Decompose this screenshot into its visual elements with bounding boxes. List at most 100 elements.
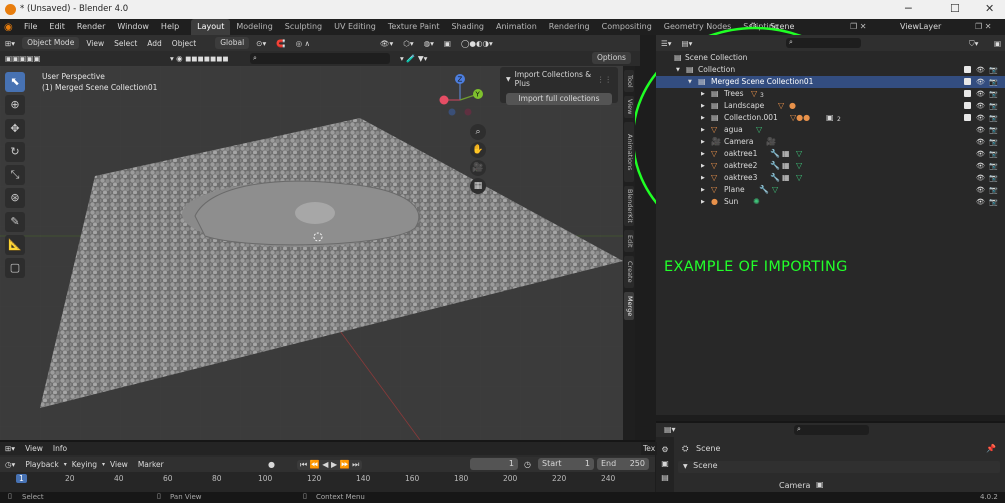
menu-add[interactable]: Add (142, 36, 167, 51)
camera-render-icon[interactable]: 📷 (989, 184, 998, 196)
camera-field-icon[interactable]: ▣ (816, 480, 824, 489)
snap-icon[interactable]: 🧲 (271, 36, 290, 51)
shading-modes-icon[interactable]: ◯●◐◑▾ (456, 36, 498, 51)
outliner-row[interactable]: ▼ ▤ Collection 👁 📷 (656, 64, 1005, 76)
tab-shading[interactable]: Shading (445, 19, 490, 35)
gizmo-toggle-icon[interactable]: ⬡▾ (398, 36, 418, 51)
exclude-checkbox[interactable] (964, 90, 971, 97)
tab-texture-paint[interactable]: Texture Paint (382, 19, 446, 35)
info-menu-view[interactable]: View (20, 441, 48, 456)
tool-tab-icon[interactable]: ⚙ (656, 445, 674, 454)
proportional-icon[interactable]: ◎ ∧ (291, 36, 315, 51)
current-frame-field[interactable]: 1 (470, 458, 518, 470)
clock-icon[interactable]: ◷ (524, 460, 531, 469)
expand-arrow-icon[interactable]: ▶ (701, 88, 705, 100)
camera-render-icon[interactable]: 📷 (989, 88, 998, 100)
display-mode-icon[interactable]: ▤▾ (677, 36, 698, 51)
camera-view-icon[interactable]: 🎥 (470, 160, 486, 176)
timeline-view-menu[interactable]: View (105, 457, 133, 472)
expand-arrow-icon[interactable]: ▶ (701, 136, 705, 148)
3d-viewport[interactable] (0, 66, 623, 440)
zoom-icon[interactable]: ⌕ (470, 124, 486, 140)
select-mode-icons[interactable]: ▣▣▣▣▣ (0, 51, 45, 66)
scale-tool-icon[interactable]: ⤡ (5, 165, 25, 185)
viewlayer-new-icon[interactable]: ❐ ✕ (975, 19, 991, 35)
outliner-editor-type-icon[interactable]: ☰▾ (656, 36, 677, 51)
expand-arrow-icon[interactable]: ▶ (701, 100, 705, 112)
exclude-checkbox[interactable] (964, 102, 971, 109)
menu-select[interactable]: Select (109, 36, 142, 51)
keying-menu[interactable]: Keying (67, 457, 102, 472)
properties-search-input[interactable]: ⌕ (794, 425, 869, 435)
tab-layout[interactable]: Layout (191, 19, 231, 35)
menu-help[interactable]: Help (155, 19, 185, 35)
tab-create[interactable]: Create (624, 256, 634, 288)
pan-hand-icon[interactable]: ✋ (470, 142, 486, 158)
overlay-icon[interactable]: ◍▾ (419, 36, 439, 51)
cursor-tool-icon[interactable]: ⊕ (5, 95, 25, 115)
render-tab-icon[interactable]: ▣ (656, 459, 674, 468)
expand-arrow-icon[interactable]: ▼ (676, 64, 680, 76)
menu-view[interactable]: View (81, 36, 109, 51)
measure-tool-icon[interactable]: 📐 (5, 235, 25, 255)
camera-render-icon[interactable]: 📷 (989, 112, 998, 124)
timeline-editor-icon[interactable]: ◷▾ (0, 457, 20, 472)
camera-render-icon[interactable]: 📷 (989, 124, 998, 136)
eye-icon[interactable]: 👁 (976, 112, 985, 124)
exclude-checkbox[interactable] (964, 66, 971, 73)
outliner-row[interactable]: ▶ ▽ oaktree2 🔧 ▦ ▽ 👁 📷 (656, 160, 1005, 172)
playhead[interactable]: 1 (16, 474, 27, 483)
camera-render-icon[interactable]: 📷 (989, 148, 998, 160)
select-tool-icon[interactable]: ⬉ (5, 72, 25, 92)
add-cube-tool-icon[interactable]: ▢ (5, 258, 25, 278)
expand-arrow-icon[interactable]: ▶ (701, 112, 705, 124)
orientation-select[interactable]: Global (215, 37, 250, 49)
expand-arrow-icon[interactable]: ▶ (701, 184, 705, 196)
outliner-row[interactable]: ▶ ▽ oaktree3 🔧 ▦ ▽ 👁 📷 (656, 172, 1005, 184)
marker-menu[interactable]: Marker (133, 457, 169, 472)
menu-object[interactable]: Object (167, 36, 201, 51)
tab-uv-editing[interactable]: UV Editing (328, 19, 382, 35)
exclude-checkbox[interactable] (964, 114, 971, 121)
editor-type-icon[interactable]: ⊞▾ (0, 36, 20, 51)
filter-extra-icons[interactable]: ▾ 🧪 ▼▾ (395, 51, 432, 66)
eye-icon[interactable]: 👁 (976, 76, 985, 88)
tab-edit[interactable]: Edit (624, 230, 634, 252)
tab-tool[interactable]: Tool (624, 70, 634, 92)
gizmo-x-icon[interactable] (439, 95, 449, 105)
navigation-gizmo[interactable]: Z Y (432, 72, 492, 132)
filter-funnel-icon[interactable]: ⛉▾ (964, 36, 983, 51)
expand-arrow-icon[interactable]: ▶ (701, 124, 705, 136)
outliner-row[interactable]: ▶ ▤ Collection.001 ▽●● ▣ 2 👁 📷 (656, 112, 1005, 124)
camera-render-icon[interactable]: 📷 (989, 196, 998, 208)
transform-tool-icon[interactable]: ⊛ (5, 188, 25, 208)
options-button[interactable]: Options (592, 52, 631, 64)
xray-icon[interactable]: ▣ (439, 36, 456, 51)
camera-render-icon[interactable]: 📷 (989, 172, 998, 184)
outliner-row[interactable]: ▤ Scene Collection (656, 52, 1005, 64)
tab-sculpting[interactable]: Sculpting (279, 19, 328, 35)
expand-arrow-icon[interactable]: ▶ (701, 196, 705, 208)
outliner-row[interactable]: ▶ ▤ Landscape ▽ ● 👁 📷 (656, 100, 1005, 112)
playback-controls-icon[interactable]: ⏮ ⏪ ◀ ▶ ⏩ ⏭ (297, 459, 363, 470)
filter-icons[interactable]: ▾ ◉ ◼◼◼◼◼◼◼ (165, 51, 234, 66)
outliner-row-selected[interactable]: ▼ ▤ Merged Scene Collection01 👁 📷 (656, 76, 1005, 88)
outliner-row[interactable]: ▶ 🎥 Camera 🎥 👁 📷 (656, 136, 1005, 148)
mode-select[interactable]: Object Mode (22, 37, 80, 49)
maximize-icon[interactable]: ☐ (950, 2, 960, 15)
viewport-search-input[interactable]: ⌕ (250, 53, 390, 64)
expand-arrow-icon[interactable]: ▼ (688, 76, 692, 88)
blender-menu-icon[interactable]: ◉ (0, 22, 18, 33)
eye-icon[interactable]: 👁 (976, 148, 985, 160)
gizmo-neg-x-icon[interactable] (464, 108, 472, 116)
eye-icon[interactable]: 👁 (976, 184, 985, 196)
new-collection-icon[interactable]: ▣ (989, 36, 1005, 51)
outliner-row[interactable]: ▶ ▽ agua ▽ 👁 📷 (656, 124, 1005, 136)
gizmo-neg-z-icon[interactable] (448, 108, 456, 116)
record-icon[interactable]: ● (268, 460, 275, 469)
eye-icon[interactable]: 👁 (976, 136, 985, 148)
expand-arrow-icon[interactable]: ▶ (701, 172, 705, 184)
info-editor-icon[interactable]: ⊞▾ (0, 441, 20, 456)
annotate-tool-icon[interactable]: ✎ (5, 212, 25, 232)
exclude-checkbox[interactable] (964, 78, 971, 85)
